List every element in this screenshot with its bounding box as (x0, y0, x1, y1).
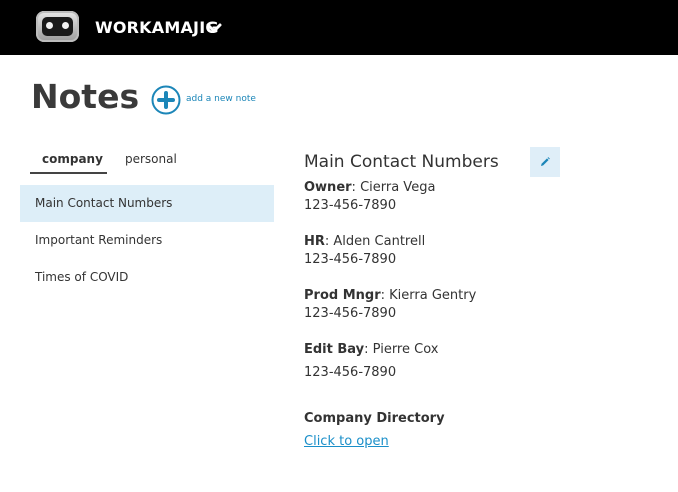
add-note-icon[interactable] (151, 85, 181, 115)
contact-phone: 123-456-7890 (304, 252, 397, 267)
active-tab-indicator (30, 172, 107, 174)
company-directory-heading: Company Directory (304, 411, 445, 426)
chevron-down-icon[interactable] (205, 19, 223, 37)
edit-note-button[interactable] (530, 147, 560, 177)
page-title: Notes (31, 77, 140, 116)
contact-hr: HR: Alden Cantrell (304, 234, 426, 249)
contact-prod-mngr: Prod Mngr: Kierra Gentry (304, 288, 477, 303)
note-item-times-of-covid[interactable]: Times of COVID (20, 259, 274, 296)
tab-personal[interactable]: personal (125, 152, 177, 166)
note-item-main-contact-numbers[interactable]: Main Contact Numbers (20, 185, 274, 222)
app-name[interactable]: WORKAMAJIG (95, 18, 219, 37)
contact-role: Edit Bay (304, 342, 365, 357)
top-navigation-bar: WORKAMAJIG (0, 0, 678, 55)
tab-company[interactable]: company (42, 152, 103, 166)
contact-phone: 123-456-7890 (304, 306, 397, 321)
add-note-link[interactable]: add a new note (186, 94, 256, 104)
contact-owner: Owner: Cierra Vega (304, 180, 436, 195)
note-item-important-reminders[interactable]: Important Reminders (20, 222, 274, 259)
contact-name: Pierre Cox (372, 342, 439, 357)
contact-role: HR (304, 234, 325, 249)
contact-name: Cierra Vega (360, 180, 436, 195)
contact-name: Kierra Gentry (389, 288, 477, 303)
contact-phone: 123-456-7890 (304, 365, 397, 380)
pencil-icon (541, 157, 550, 166)
contact-phone: 123-456-7890 (304, 198, 397, 213)
company-directory-link[interactable]: Click to open (304, 434, 389, 449)
note-title: Main Contact Numbers (304, 152, 499, 172)
robot-logo-icon[interactable] (36, 11, 79, 42)
contact-role: Owner (304, 180, 352, 195)
contact-name: Alden Cantrell (333, 234, 426, 249)
contact-edit-bay: Edit Bay: Pierre Cox (304, 342, 439, 357)
contact-role: Prod Mngr (304, 288, 381, 303)
